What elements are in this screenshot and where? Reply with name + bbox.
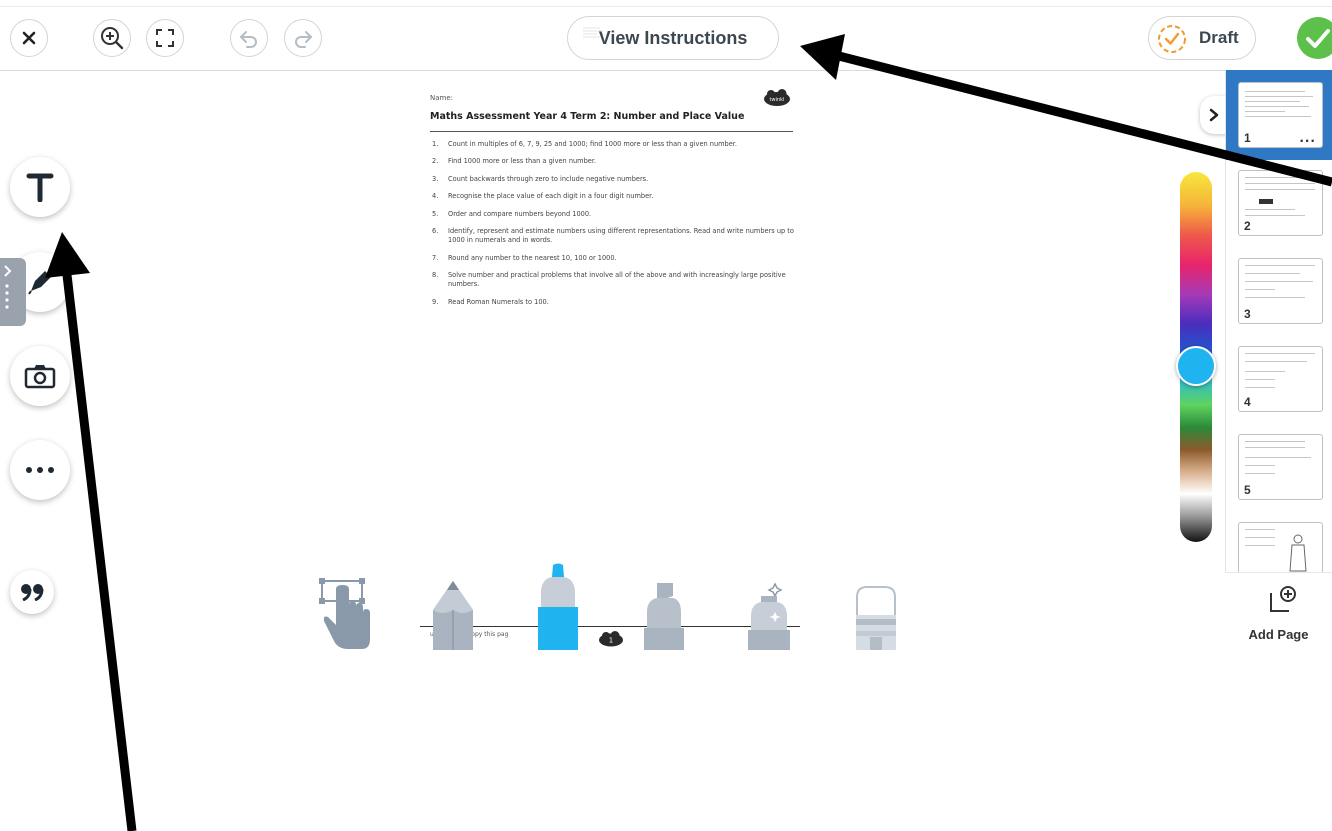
arrow-to-text-tool [45, 232, 137, 831]
annotation-arrows [45, 34, 1332, 831]
arrow-to-view-instructions [800, 34, 1332, 187]
